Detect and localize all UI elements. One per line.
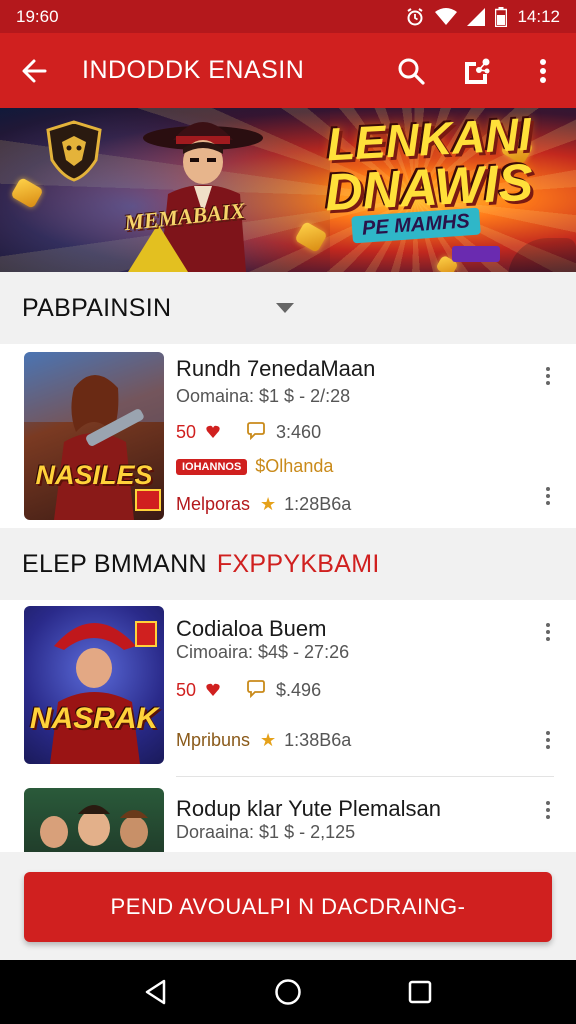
score-value: 1:38B6a — [284, 730, 352, 750]
publisher-name: Mpribuns — [176, 730, 251, 750]
alarm-icon — [405, 7, 425, 27]
rating-value: 50 — [176, 680, 197, 700]
system-nav-bar — [0, 960, 576, 1024]
more-options-icon[interactable] — [536, 364, 560, 388]
banner-corner-tag — [452, 246, 500, 262]
game-meta: Cimoaira: $4$ - 27:26 — [176, 642, 350, 662]
game-title[interactable]: Codialoa Buem — [176, 616, 326, 642]
more-options-icon[interactable] — [536, 728, 560, 752]
game-art-illustration — [24, 352, 164, 520]
game-publisher-row: Mpribuns ★ 1:38B6a — [176, 730, 351, 751]
home-circle-icon[interactable] — [268, 972, 308, 1012]
more-options-icon[interactable] — [536, 620, 560, 644]
dropdown-caret-icon[interactable] — [276, 303, 294, 313]
list-divider — [176, 776, 554, 777]
comment-count: 3:460 — [276, 422, 322, 442]
primary-cta-button[interactable]: PEND AVOUALPI N DACDRAING- — [24, 872, 552, 942]
game-card[interactable]: NASILES Rundh 7enedaMaan Oomaina: $1 $ -… — [0, 344, 576, 528]
star-icon: ★ — [260, 730, 277, 750]
comment-count: $.496 — [276, 680, 322, 700]
section-title: ELEP BMMANN — [22, 549, 207, 578]
game-art-illustration — [50, 621, 157, 764]
search-icon[interactable] — [378, 33, 444, 108]
score-value: 1:28B6a — [284, 494, 352, 514]
status-icons: 14:12 — [405, 6, 560, 27]
app-bar: INDODDK ENASIN — [0, 33, 576, 108]
game-title[interactable]: Rodup klar Yute Plemalsan — [176, 796, 441, 822]
badge-text: $Olhanda — [255, 456, 334, 476]
game-thumbnail[interactable]: NASILES — [24, 352, 164, 520]
game-thumbnail[interactable]: NASRAK — [24, 606, 164, 764]
heart-icon — [206, 422, 220, 443]
back-triangle-icon[interactable] — [136, 972, 176, 1012]
more-options-icon[interactable] — [536, 484, 560, 508]
promo-banner[interactable]: MEMABAIX LENKANI DNAWIS PE MAMHS — [0, 108, 576, 272]
game-art-illustration — [40, 805, 148, 848]
battery-icon — [495, 6, 508, 27]
heart-icon — [206, 680, 220, 701]
signal-icon — [467, 7, 486, 26]
game-stats: 50 $.496 — [176, 678, 321, 703]
comment-icon — [246, 678, 266, 703]
game-thumbnail[interactable] — [24, 788, 164, 852]
game-publisher-row: Melporas ★ 1:28B6a — [176, 494, 351, 515]
cta-container: PEND AVOUALPI N DACDRAING- — [0, 852, 576, 960]
more-vert-icon[interactable] — [510, 33, 576, 108]
app-title: INDODDK ENASIN — [82, 56, 305, 84]
recents-square-icon[interactable] — [400, 972, 440, 1012]
publisher-name: Melporas — [176, 494, 251, 514]
back-arrow-icon[interactable] — [0, 33, 68, 108]
game-stats: 50 3:460 — [176, 420, 321, 445]
status-clock-right: 14:12 — [517, 6, 560, 26]
banner-headline: LENKANI DNAWIS — [324, 108, 535, 222]
section-accent[interactable]: FXPPYKBAMI — [217, 550, 380, 579]
app-bar-actions — [378, 33, 576, 108]
comment-icon — [246, 420, 266, 445]
section-header[interactable]: ELEP BMMANN FXPPYKBAMI — [0, 528, 576, 600]
game-thumb-label: NASRAK — [29, 702, 159, 735]
hero-character-illustration — [128, 122, 263, 272]
wifi-icon — [435, 7, 458, 26]
promo-badge: IOHANNOS — [176, 458, 248, 475]
game-list: NASRAK Codialoa Buem Cimoaira: $4$ - 27:… — [0, 600, 576, 852]
share-icon[interactable] — [444, 33, 510, 108]
star-icon: ★ — [260, 494, 277, 514]
rating-value: 50 — [176, 422, 197, 442]
game-title[interactable]: Rundh 7enedaMaan — [176, 356, 375, 382]
game-meta: Oomaina: $1 $ - 2/:28 — [176, 386, 351, 406]
game-meta: Doraaina: $1 $ - 2,125 — [176, 822, 356, 842]
status-bar: 19:60 14:12 — [0, 0, 576, 33]
section-title: PABPAINSIN — [22, 293, 172, 322]
status-time: 19:60 — [16, 6, 59, 26]
game-badge-row: IOHANNOS $Olhanda — [176, 456, 333, 477]
more-options-icon[interactable] — [536, 798, 560, 822]
section-header[interactable]: PABPAINSIN — [0, 272, 576, 344]
game-thumb-label: NASILES — [35, 460, 153, 490]
shield-emblem-icon — [46, 120, 102, 182]
